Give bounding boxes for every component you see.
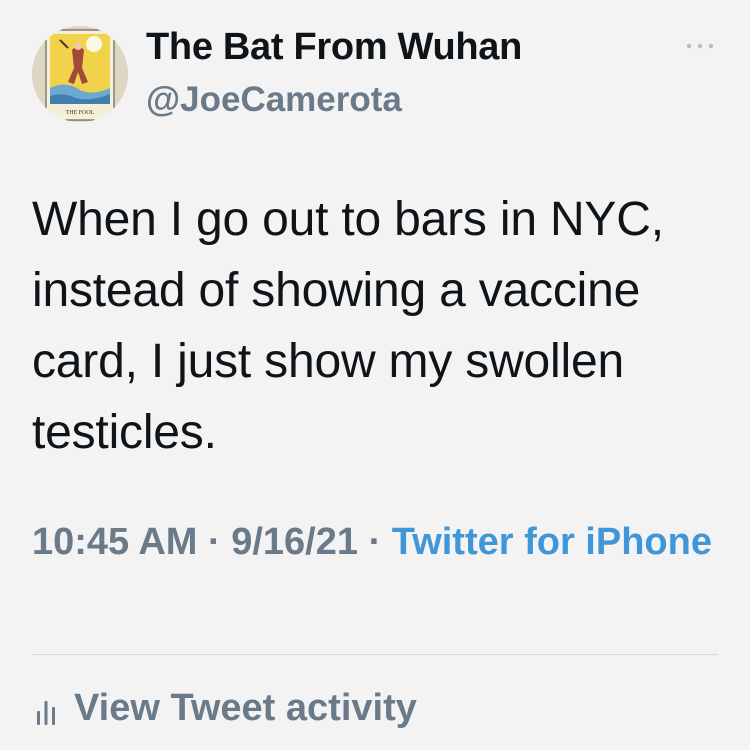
tweet-meta: 10:45 AM · 9/16/21 · Twitter for iPhone bbox=[32, 514, 722, 570]
view-tweet-activity-label: View Tweet activity bbox=[74, 686, 417, 729]
avatar-caption: THE FOOL bbox=[66, 110, 95, 116]
more-options-button[interactable] bbox=[684, 36, 716, 56]
more-horizontal-icon bbox=[686, 43, 714, 49]
tweet-date[interactable]: 9/16/21 bbox=[231, 521, 358, 563]
tweet-text: When I go out to bars in NYC, instead of… bbox=[32, 193, 664, 459]
tarot-card-image: THE FOOL bbox=[32, 26, 128, 122]
bar-chart-icon bbox=[37, 701, 55, 725]
tweet-card: THE FOOL The Bat From Wuhan @JoeCamerota… bbox=[0, 0, 750, 750]
author-handle[interactable]: @JoeCamerota bbox=[146, 80, 402, 120]
tweet-source-link[interactable]: Twitter for iPhone bbox=[392, 521, 712, 563]
meta-separator: · bbox=[358, 521, 392, 563]
tweet-time[interactable]: 10:45 AM bbox=[32, 521, 197, 563]
view-tweet-activity-button[interactable]: View Tweet activity bbox=[32, 682, 417, 734]
meta-separator: · bbox=[197, 521, 232, 563]
avatar[interactable]: THE FOOL bbox=[32, 26, 128, 122]
divider bbox=[32, 654, 718, 655]
author-display-name[interactable]: The Bat From Wuhan bbox=[146, 26, 522, 69]
